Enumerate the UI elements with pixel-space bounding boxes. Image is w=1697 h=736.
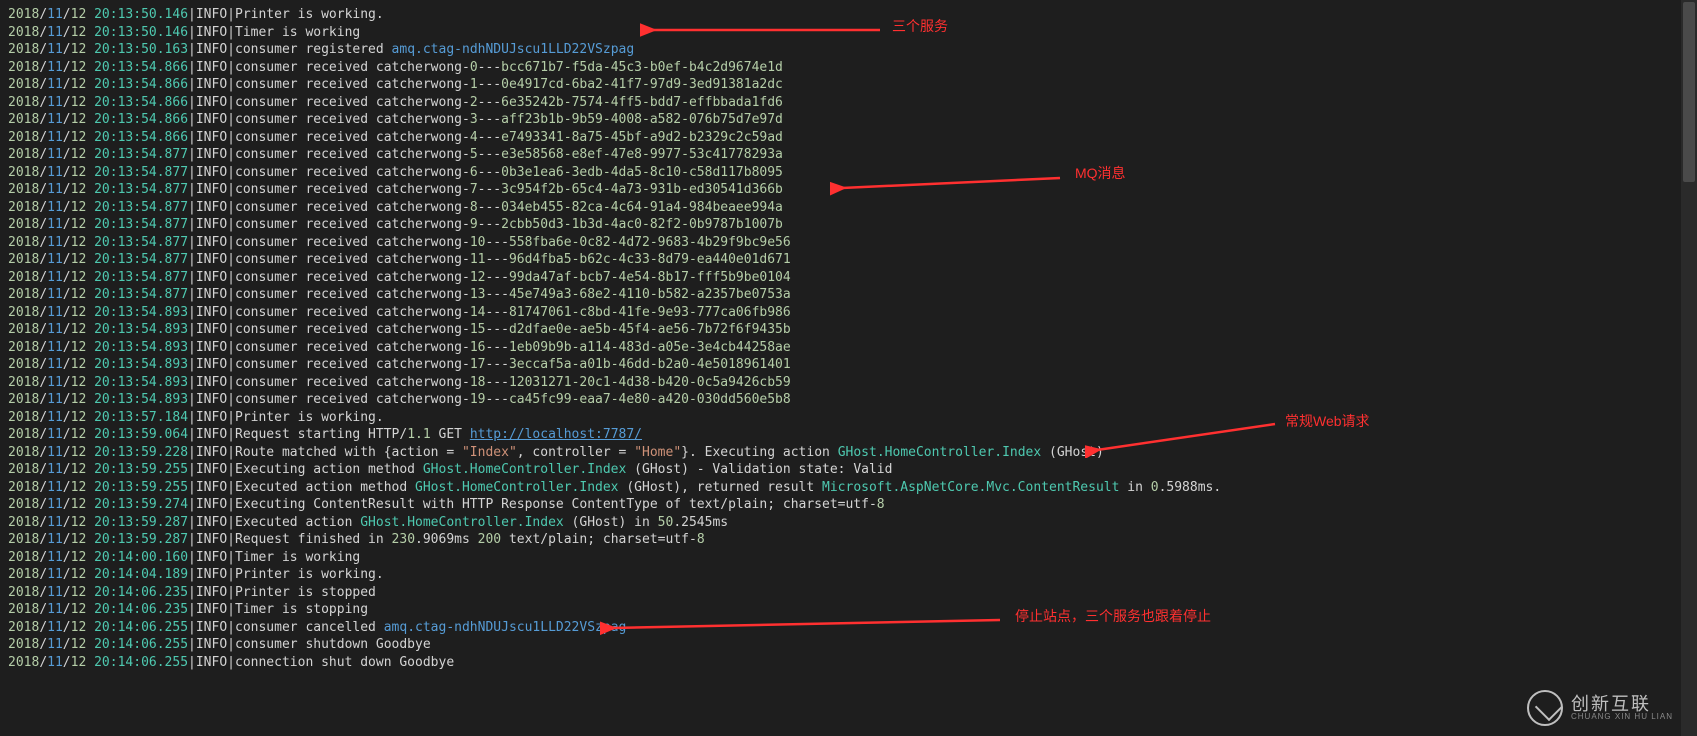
- log-line: 2018/11/12 20:13:54.877|INFO|consumer re…: [8, 181, 1689, 199]
- log-line: 2018/11/12 20:13:50.146|INFO|Timer is wo…: [8, 24, 1689, 42]
- log-line: 2018/11/12 20:13:54.877|INFO|consumer re…: [8, 251, 1689, 269]
- log-line: 2018/11/12 20:13:59.228|INFO|Route match…: [8, 444, 1689, 462]
- log-line: 2018/11/12 20:13:54.893|INFO|consumer re…: [8, 321, 1689, 339]
- log-line: 2018/11/12 20:13:54.877|INFO|consumer re…: [8, 146, 1689, 164]
- log-line: 2018/11/12 20:13:54.877|INFO|consumer re…: [8, 269, 1689, 287]
- log-line: 2018/11/12 20:14:06.255|INFO|consumer sh…: [8, 636, 1689, 654]
- log-line: 2018/11/12 20:13:54.866|INFO|consumer re…: [8, 111, 1689, 129]
- log-line: 2018/11/12 20:14:04.189|INFO|Printer is …: [8, 566, 1689, 584]
- log-line: 2018/11/12 20:13:54.877|INFO|consumer re…: [8, 199, 1689, 217]
- log-line: 2018/11/12 20:13:54.866|INFO|consumer re…: [8, 129, 1689, 147]
- watermark-subtitle: CHUANG XIN HU LIAN: [1571, 713, 1673, 721]
- log-line: 2018/11/12 20:13:59.287|INFO|Request fin…: [8, 531, 1689, 549]
- log-line: 2018/11/12 20:13:54.866|INFO|consumer re…: [8, 76, 1689, 94]
- log-line: 2018/11/12 20:13:59.287|INFO|Executed ac…: [8, 514, 1689, 532]
- log-line: 2018/11/12 20:14:00.160|INFO|Timer is wo…: [8, 549, 1689, 567]
- log-line: 2018/11/12 20:13:50.146|INFO|Printer is …: [8, 6, 1689, 24]
- watermark-logo-icon: [1527, 690, 1563, 726]
- log-line: 2018/11/12 20:13:59.274|INFO|Executing C…: [8, 496, 1689, 514]
- log-line: 2018/11/12 20:13:50.163|INFO|consumer re…: [8, 41, 1689, 59]
- log-line: 2018/11/12 20:14:06.235|INFO|Printer is …: [8, 584, 1689, 602]
- log-line: 2018/11/12 20:13:54.877|INFO|consumer re…: [8, 234, 1689, 252]
- watermark: 创新互联 CHUANG XIN HU LIAN: [1527, 690, 1673, 726]
- log-line: 2018/11/12 20:14:06.255|INFO|consumer ca…: [8, 619, 1689, 637]
- watermark-title: 创新互联: [1571, 695, 1673, 713]
- log-line: 2018/11/12 20:13:57.184|INFO|Printer is …: [8, 409, 1689, 427]
- log-line: 2018/11/12 20:13:54.893|INFO|consumer re…: [8, 391, 1689, 409]
- log-line: 2018/11/12 20:13:54.866|INFO|consumer re…: [8, 94, 1689, 112]
- log-line: 2018/11/12 20:13:54.877|INFO|consumer re…: [8, 216, 1689, 234]
- log-line: 2018/11/12 20:13:54.893|INFO|consumer re…: [8, 374, 1689, 392]
- scrollbar-thumb[interactable]: [1683, 2, 1695, 182]
- log-line: 2018/11/12 20:13:54.893|INFO|consumer re…: [8, 339, 1689, 357]
- log-line: 2018/11/12 20:13:54.866|INFO|consumer re…: [8, 59, 1689, 77]
- log-output: 2018/11/12 20:13:50.146|INFO|Printer is …: [0, 0, 1697, 677]
- log-line: 2018/11/12 20:13:59.255|INFO|Executed ac…: [8, 479, 1689, 497]
- log-line: 2018/11/12 20:13:59.255|INFO|Executing a…: [8, 461, 1689, 479]
- log-line: 2018/11/12 20:13:54.893|INFO|consumer re…: [8, 304, 1689, 322]
- log-line: 2018/11/12 20:14:06.235|INFO|Timer is st…: [8, 601, 1689, 619]
- log-line: 2018/11/12 20:14:06.255|INFO|connection …: [8, 654, 1689, 672]
- log-line: 2018/11/12 20:13:54.877|INFO|consumer re…: [8, 164, 1689, 182]
- log-line: 2018/11/12 20:13:54.893|INFO|consumer re…: [8, 356, 1689, 374]
- scrollbar[interactable]: [1681, 0, 1697, 736]
- log-line: 2018/11/12 20:13:59.064|INFO|Request sta…: [8, 426, 1689, 444]
- log-line: 2018/11/12 20:13:54.877|INFO|consumer re…: [8, 286, 1689, 304]
